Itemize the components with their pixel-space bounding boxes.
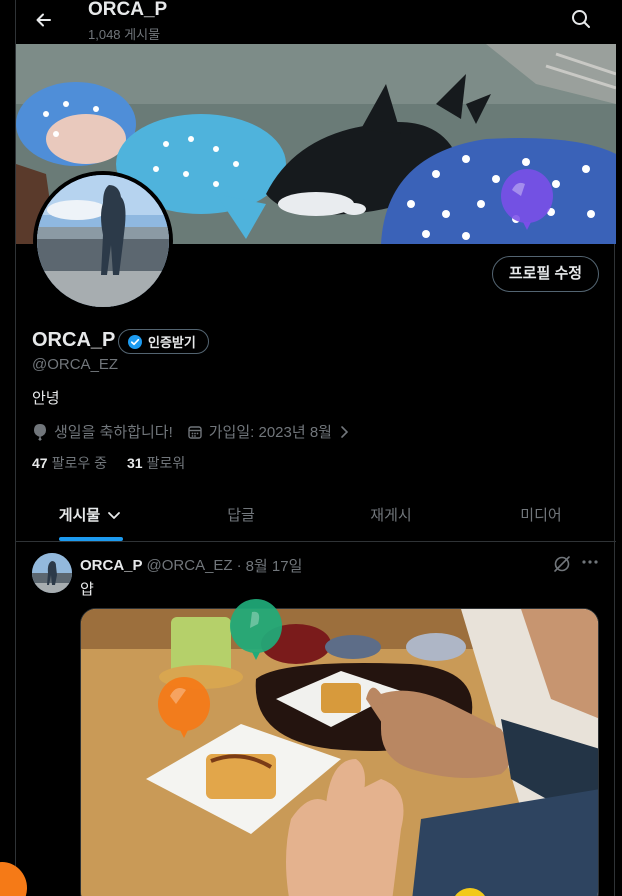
post-media[interactable] (80, 608, 599, 896)
post-text: 얍 (80, 581, 94, 598)
balloon-icon (34, 423, 46, 441)
verify-label: 인증받기 (148, 335, 196, 350)
tab-replies[interactable]: 답글 (166, 488, 316, 541)
birthday-info: 생일을 축하합니다! (32, 421, 173, 442)
calendar-icon (188, 425, 202, 439)
active-tab-indicator (59, 537, 123, 541)
search-icon (572, 10, 590, 28)
tab-reposts-label: 재게시 (370, 507, 412, 524)
tab-replies-label: 답글 (227, 507, 255, 524)
avatar-photo (37, 175, 169, 307)
orange-corner-balloon (0, 862, 27, 896)
joined-info[interactable]: 가입일: 2023년 8월 (187, 421, 350, 442)
profile-tabs: 게시물 답글 재게시 미디어 (16, 488, 616, 542)
followers-link[interactable]: 31 팔로워 (127, 453, 185, 473)
edit-profile-button[interactable]: 프로필 수정 (492, 256, 599, 292)
grok-icon (554, 556, 570, 572)
post-author-handle[interactable]: @ORCA_EZ (147, 557, 233, 574)
tab-media[interactable]: 미디어 (466, 488, 616, 541)
following-label: 팔로우 중 (51, 455, 107, 471)
profile-handle: @ORCA_EZ (32, 356, 119, 373)
tab-posts-label: 게시물 (58, 507, 101, 524)
tab-media-label: 미디어 (520, 507, 562, 524)
back-button[interactable] (30, 6, 58, 34)
post-media-photo (81, 609, 598, 896)
verified-badge-icon (128, 334, 142, 349)
profile-display-name: ORCA_P (32, 329, 116, 351)
post-more-button[interactable] (578, 550, 602, 574)
grok-button[interactable] (552, 554, 572, 574)
post-header: ORCA_P @ORCA_EZ · 8월 17일 (80, 555, 302, 576)
followers-count: 31 (127, 455, 143, 471)
post-author-name[interactable]: ORCA_P (80, 557, 143, 574)
chevron-down-icon (108, 511, 121, 519)
header-post-count: 1,048 게시물 (88, 27, 161, 42)
following-link[interactable]: 47 팔로우 중 (32, 453, 107, 473)
joined-text: 가입일: 2023년 8월 (208, 424, 332, 441)
more-icon (582, 560, 598, 564)
tab-reposts[interactable]: 재게시 (316, 488, 466, 541)
birthday-text: 생일을 축하합니다! (54, 424, 173, 441)
header-name: ORCA_P (88, 0, 168, 20)
profile-meta: 생일을 축하합니다! 가입일: 2023년 8월 (32, 421, 364, 442)
green-balloon (230, 599, 282, 660)
get-verified-button[interactable]: 인증받기 (118, 329, 209, 354)
chevron-right-icon (341, 425, 349, 438)
purple-balloon (501, 169, 553, 230)
follow-stats: 47 팔로우 중 31 팔로워 (32, 453, 205, 473)
followers-label: 팔로워 (146, 455, 186, 471)
tab-posts[interactable]: 게시물 (16, 488, 166, 541)
arrow-left-icon (36, 13, 51, 27)
yellow-corner-balloon (455, 888, 485, 896)
orange-balloon (158, 677, 210, 738)
profile-avatar[interactable] (33, 171, 173, 311)
post-separator: · (236, 557, 242, 574)
search-button[interactable] (568, 6, 594, 32)
following-count: 47 (32, 455, 48, 471)
profile-column: ORCA_P 1,048 게시물 프로필 수정 ORCA_P 인증받기 @ORC… (15, 0, 616, 896)
top-bar: ORCA_P 1,048 게시물 (16, 0, 616, 44)
profile-bio: 안녕 (32, 390, 60, 407)
post-avatar[interactable] (32, 553, 72, 593)
post-avatar-photo (32, 553, 72, 593)
post-date[interactable]: 8월 17일 (246, 555, 303, 576)
